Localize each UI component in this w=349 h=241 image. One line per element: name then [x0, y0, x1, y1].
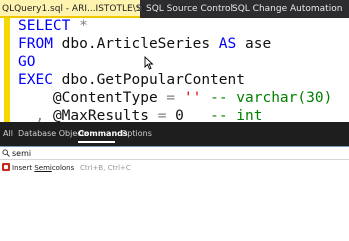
tab-sql-source-control[interactable]: SQL Source Control [146, 0, 233, 18]
tab-query[interactable]: QLQuery1.sql - ARI...ISTOTLE\Steve (54))… [0, 0, 191, 18]
code-text: * [70, 18, 88, 34]
comment: -- varchar(30) [201, 90, 333, 106]
command-results-list: Insert Semicolons Ctrl+B, Ctrl+C [0, 160, 349, 241]
code-text: dbo.ArticleSeries [52, 36, 219, 52]
operator: = [157, 90, 184, 106]
code-text: dbo.GetPopularContent [52, 72, 245, 88]
code-line-4: EXEC dbo.GetPopularContent [18, 71, 245, 89]
keyword: FROM [18, 36, 53, 52]
tab-options[interactable]: Options [121, 127, 152, 141]
code-line-5: @ContentType = '' -- varchar(30) [18, 89, 332, 107]
code-line-3: GO [18, 53, 35, 71]
keyword: AS [218, 36, 237, 52]
code-line-1: SELECT * [18, 17, 88, 35]
search-icon [2, 149, 10, 157]
document-tab-strip: QLQuery1.sql - ARI...ISTOTLE\Steve (54))… [0, 0, 349, 18]
query-editor[interactable]: SELECT * FROM dbo.ArticleSeries AS ase G… [0, 17, 349, 124]
command-search-box[interactable] [0, 146, 349, 160]
search-panel-tabs: All Database Objects Commands Options [0, 122, 349, 146]
change-indicator-bar [4, 18, 10, 122]
string-literal: '' [183, 90, 202, 106]
code-text: ase [236, 36, 272, 52]
tab-sql-change-automation[interactable]: SQL Change Automation [232, 0, 342, 18]
command-name: Insert Semicolons [12, 164, 75, 172]
keyword: GO [18, 54, 36, 70]
code-line-2: FROM dbo.ArticleSeries AS ase [18, 35, 271, 53]
tab-all[interactable]: All [3, 127, 13, 141]
parameter: @ContentType [52, 90, 158, 106]
list-item[interactable]: Insert Semicolons Ctrl+B, Ctrl+C [0, 162, 349, 174]
command-shortcut: Ctrl+B, Ctrl+C [80, 164, 131, 172]
close-icon[interactable]: × [136, 0, 144, 18]
active-tab-indicator [78, 141, 115, 143]
command-icon [2, 163, 10, 171]
keyword: EXEC [18, 72, 53, 88]
keyword: SELECT [18, 18, 71, 34]
mouse-cursor-icon [144, 56, 154, 70]
search-input[interactable] [12, 147, 332, 159]
